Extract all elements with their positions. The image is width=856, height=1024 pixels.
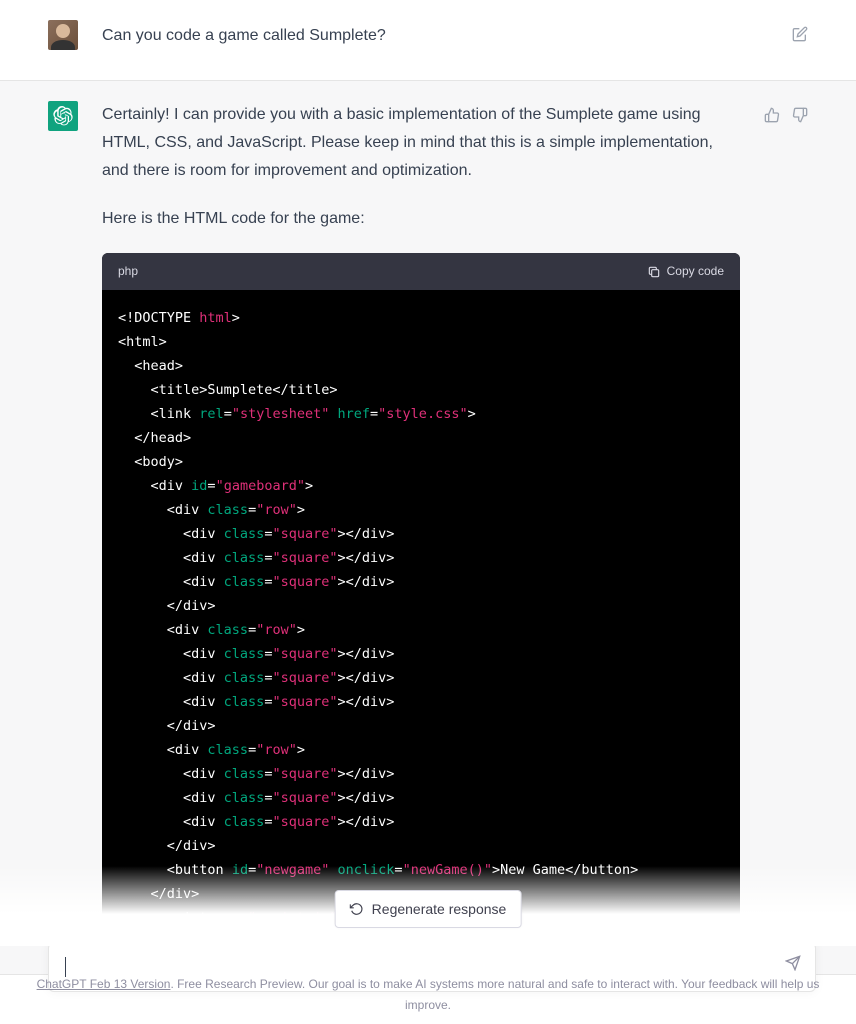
- thumbs-up-icon[interactable]: [764, 105, 780, 946]
- edit-icon[interactable]: [792, 24, 808, 52]
- assistant-message-row: Certainly! I can provide you with a basi…: [0, 81, 856, 975]
- refresh-icon: [350, 902, 364, 916]
- regenerate-label: Regenerate response: [372, 901, 507, 917]
- assistant-lead: Here is the HTML code for the game:: [102, 205, 740, 233]
- regenerate-response-button[interactable]: Regenerate response: [335, 890, 522, 928]
- version-link[interactable]: ChatGPT Feb 13 Version: [37, 977, 171, 991]
- code-content: <!DOCTYPE html> <html> <head> <title>Sum…: [102, 290, 740, 946]
- user-avatar: [48, 20, 78, 50]
- code-language-label: php: [118, 261, 138, 282]
- footer-disclaimer: ChatGPT Feb 13 Version. Free Research Pr…: [0, 974, 856, 1016]
- code-block: php Copy code <!DOCTYPE html> <html> <he…: [102, 253, 740, 946]
- assistant-intro: Certainly! I can provide you with a basi…: [102, 101, 740, 185]
- thumbs-down-icon[interactable]: [792, 105, 808, 946]
- assistant-avatar: [48, 101, 78, 131]
- copy-code-label: Copy code: [667, 261, 724, 282]
- footer-text: . Free Research Preview. Our goal is to …: [170, 977, 819, 1012]
- user-message-row: Can you code a game called Sumplete?: [0, 0, 856, 81]
- copy-code-button[interactable]: Copy code: [647, 261, 724, 282]
- user-message-text: Can you code a game called Sumplete?: [102, 20, 768, 52]
